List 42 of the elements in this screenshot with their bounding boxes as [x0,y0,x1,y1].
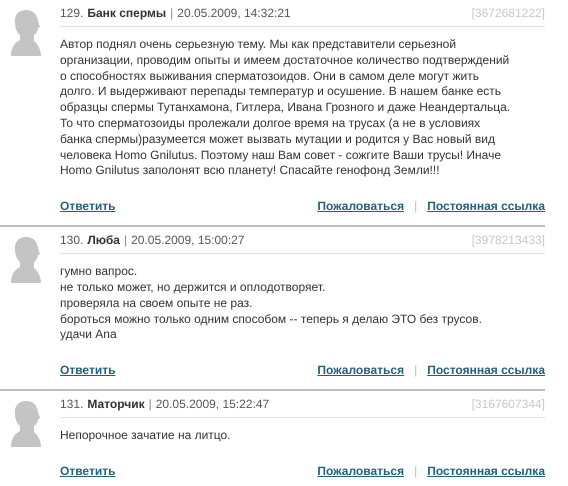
comment-text-line: Автор поднял очень серьезную тему. Мы как представители серьезной [60,37,458,53]
header-divider: | [124,232,128,250]
comment-text-line: удачи Ana [60,327,118,344]
header-divider: | [148,396,152,414]
comment-text-line: Homo Gnilutus заполонят всю планету! Спасайте генофонд Земли!!! [60,163,441,180]
complain-link[interactable]: Пожаловаться [317,361,404,380]
comment-text-line: не только может, но держится и оплодотворяет. [60,280,326,296]
comment-number: 130. [60,232,84,250]
comment-text-line: гумно вапрос. [60,264,138,280]
header-divider: | [170,5,174,22]
link-divider: | [414,462,418,480]
reply-link[interactable]: Ответить [60,462,116,480]
comment-text-line: о способностях выживания сперматозоидов. Они в самом деле могут жить [60,68,480,84]
comment-text-line: бороться можно только одним способом -- теперь я делаю ЭТО без трусов. [60,312,483,328]
permalink-link[interactable]: Постоянная ссылка [427,361,545,380]
comment-date: 20.05.2009, 14:32:21 [177,5,291,22]
reply-link[interactable]: Ответить [60,197,116,216]
comment-date: 20.05.2009, 15:00:27 [131,232,245,250]
comment-text-line: То что сперматозоиды пролежали долгое время на трусах (а не в условиях [60,116,482,132]
author-name: Маторчик [87,396,145,414]
comment-date: 20.05.2009, 15:22:47 [156,396,270,414]
comment-text-line: долго. И выдерживают перепады температур и осушение. В нашем банке есть [60,84,502,100]
comment-text-line: образцы спермы Тутанхамона, Гитлера, Ивана Грозного и даже Неандертальца. [60,100,512,116]
avatar-icon [10,399,42,450]
avatar-icon [10,235,42,286]
author-name: Люба [87,232,120,250]
comment-number: 129. [60,5,84,22]
link-divider: | [414,362,418,380]
comment-text-line: банка спермы)разумеется может вызвать мутации и родится у Вас новый вид [60,132,496,148]
link-divider: | [414,198,418,216]
comment-text-line: проверяла на своем опыте не раз. [60,296,254,312]
avatar-icon [10,8,42,58]
comment-text-line: организации, проводим опыты и имеем достаточное количество подтверждений [60,52,510,69]
complain-link[interactable]: Пожаловаться [317,197,404,216]
comment-text-line: человека Homo Gnilutus. Поэтому наш Вам совет - сожгите Ваши трусы! Иначе [60,148,502,164]
permalink-link[interactable]: Постоянная ссылка [427,462,545,480]
complain-link[interactable]: Пожаловаться [317,462,404,480]
author-name: Банк спермы [87,5,166,22]
comment-number: 131. [60,396,84,414]
permalink-link[interactable]: Постоянная ссылка [427,197,545,216]
comment-text-line: Непорочное зачатие на литцо. [60,428,232,444]
reply-link[interactable]: Ответить [60,361,116,380]
